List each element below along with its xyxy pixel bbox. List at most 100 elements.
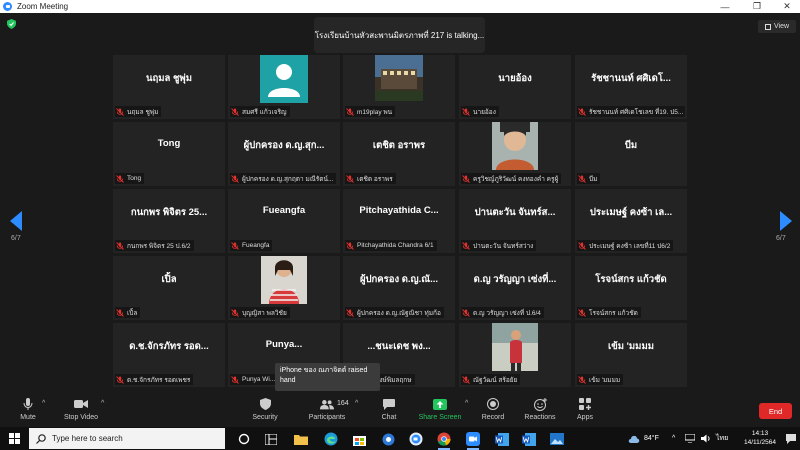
task-view-icon[interactable]: [235, 430, 253, 448]
participants-options-caret-icon[interactable]: ^: [355, 400, 358, 407]
participant-tile[interactable]: ด.ช.จักรภัทร รอด... ด.ช.จักรภัทร รอดเพชร: [113, 323, 225, 387]
participant-tile[interactable]: นฤมล ชูพุ่ม นฤมล ชูพุ่ม: [113, 55, 225, 119]
chat-button[interactable]: Chat: [378, 397, 400, 427]
participant-tile[interactable]: ครูวิชญ์ภูริวัฒน์ คงทองคำ ครูผู้: [459, 122, 571, 186]
participant-label-text: Fueangfa: [242, 242, 270, 249]
participant-label-text: นฤมล ชูพุ่ม: [127, 108, 159, 116]
participant-tile[interactable]: ผู้ปกครอง ด.ญ.สุก... ผู้ปกครอง ด.ญ.สุกฤตา…: [228, 122, 340, 186]
window-titlebar: Zoom Meeting — ❐ ✕: [0, 0, 800, 13]
apps-button[interactable]: Apps: [574, 397, 596, 427]
participant-tile[interactable]: ด.ญ วรัญญา เซ่งที่... ด.ญ วรัญญา เซ่งที่ …: [459, 256, 571, 320]
cloud-weather-icon: [628, 435, 640, 443]
participant-display-name: ด.ช.จักรภัทร รอด...: [129, 341, 209, 352]
participant-tile[interactable]: ปานตะวัน จันทร์ส... ปานตะวัน จันทร์สว่าง: [459, 189, 571, 253]
participant-tile[interactable]: Fueangfa Fueangfa: [228, 189, 340, 253]
mute-options-caret-icon[interactable]: ^: [42, 400, 45, 407]
participant-tile[interactable]: เปิ้ล เปิ้ล: [113, 256, 225, 320]
participant-tile[interactable]: กนกพร พิจิตร 25... กนกพร พิจิตร 25 ป.6/2: [113, 189, 225, 253]
participant-tile[interactable]: Tong Tong: [113, 122, 225, 186]
security-shield-icon: [258, 397, 272, 411]
participant-tile[interactable]: ผู้ปกครอง ด.ญ.ณั... ผู้ปกครอง ด.ญ.ณัฐณิชา…: [343, 256, 455, 320]
widgets-icon[interactable]: [262, 430, 280, 448]
participant-display-name: ประเมษฐ์ คงซ้า เล...: [589, 207, 673, 218]
network-icon[interactable]: [685, 427, 695, 450]
participant-name-label: บุญญิสา พลวิชัย: [230, 307, 290, 318]
share-screen-button[interactable]: Share Screen: [418, 397, 462, 427]
participant-tile[interactable]: เข้ม 'มมมม เข้ม 'มมมม: [575, 323, 687, 387]
participant-tile[interactable]: ณัฐวัฒน์ สร้อยัย: [459, 323, 571, 387]
muted-microphone-icon: [462, 174, 470, 183]
edge-browser-icon[interactable]: [322, 430, 340, 448]
participant-label-text: ด.ช.จักรภัทร รอดเพชร: [127, 376, 191, 384]
zoom-meeting-taskbar-icon[interactable]: [464, 430, 482, 450]
close-window-button[interactable]: ✕: [772, 0, 800, 13]
participant-tile[interactable]: โรจน์สกร แก้วชัด โรจน์สกร แก้วชัด: [575, 256, 687, 320]
view-button[interactable]: View: [758, 20, 796, 33]
participant-name-label: ด.ช.จักรภัทร รอดเพชร: [115, 374, 194, 385]
participant-tile[interactable]: m19play พน: [343, 55, 455, 119]
word-app-icon[interactable]: [493, 430, 511, 448]
encryption-shield-icon[interactable]: [7, 19, 16, 29]
chat-bubble-icon: [382, 397, 396, 411]
participant-name-label: m19play พน: [345, 106, 396, 117]
participant-label-text: สมศรี แก้วเจริญ: [242, 108, 287, 116]
word-window-icon[interactable]: [520, 430, 538, 448]
windows-taskbar: Type here to search 84°F ^ ไทย 14:13 14/…: [0, 427, 800, 450]
volume-speaker-icon[interactable]: [701, 427, 711, 450]
muted-microphone-icon: [462, 308, 470, 317]
next-page-arrow-icon[interactable]: [778, 211, 792, 231]
chrome-browser-icon[interactable]: [435, 430, 453, 450]
participant-name-label: Tong: [115, 173, 145, 184]
zoom-app-icon[interactable]: [407, 430, 425, 448]
show-hidden-icons-caret-icon[interactable]: ^: [672, 427, 675, 450]
video-options-caret-icon[interactable]: ^: [101, 400, 104, 407]
weather-widget[interactable]: 84°F: [628, 427, 659, 450]
previous-page-arrow-icon[interactable]: [10, 211, 24, 231]
mute-button[interactable]: Mute: [17, 397, 39, 427]
stop-video-button[interactable]: Stop Video: [62, 397, 100, 427]
reactions-button[interactable]: Reactions: [523, 397, 557, 427]
muted-microphone-icon: [116, 174, 124, 183]
muted-microphone-icon: [578, 375, 586, 384]
muted-microphone-icon: [231, 375, 239, 384]
participant-label-text: ณัฐวัฒน์ สร้อยัย: [473, 376, 518, 384]
input-language-indicator[interactable]: ไทย: [716, 427, 728, 450]
security-button[interactable]: Security: [250, 397, 280, 427]
file-explorer-icon[interactable]: [292, 430, 310, 448]
participant-label-text: บีม: [589, 175, 598, 183]
minimize-button[interactable]: —: [710, 0, 740, 13]
reactions-label: Reactions: [524, 414, 556, 421]
microsoft-store-icon[interactable]: [350, 430, 368, 448]
participant-tile[interactable]: นายอ้อง นายอ้อง: [459, 55, 571, 119]
system-clock[interactable]: 14:13 14/11/2564: [736, 429, 784, 447]
stop-video-label: Stop Video: [63, 414, 99, 421]
page-indicator-right: 6/7: [776, 235, 786, 242]
maximize-button[interactable]: ❐: [742, 0, 772, 13]
windows-start-icon[interactable]: [9, 433, 20, 444]
participant-tile[interactable]: บีม บีม: [575, 122, 687, 186]
muted-microphone-icon: [231, 241, 239, 250]
participant-tile[interactable]: Pitchayathida C... Pitchayathida Chandra …: [343, 189, 455, 253]
participant-display-name: Pitchayathida C...: [359, 205, 439, 216]
photos-app-icon[interactable]: [548, 430, 566, 448]
participant-display-name: ด.ญ วรัญญา เซ่งที่...: [473, 274, 557, 285]
participant-tile[interactable]: สมศรี แก้วเจริญ: [228, 55, 340, 119]
participant-display-name: ผู้ปกครอง ด.ญ.ณั...: [359, 274, 439, 285]
participant-name-label: ผู้ปกครอง ด.ญ.สุกฤตา มณีรัตน์...: [230, 173, 337, 184]
notifications-icon[interactable]: [786, 427, 796, 450]
muted-microphone-icon: [346, 107, 354, 116]
participant-photo: [492, 122, 538, 170]
taskbar-search-box[interactable]: Type here to search: [29, 428, 225, 449]
end-meeting-button[interactable]: End: [759, 403, 792, 419]
participant-name-label: นฤมล ชูพุ่ม: [115, 106, 162, 117]
record-button[interactable]: Record: [480, 397, 506, 427]
share-options-caret-icon[interactable]: ^: [465, 400, 468, 407]
participant-tile[interactable]: เตชิต อราพร เตชิต อราพร: [343, 122, 455, 186]
webcam-app-icon[interactable]: [379, 430, 397, 448]
muted-microphone-icon: [578, 107, 586, 116]
participant-label-text: Punya Wi...: [242, 376, 276, 383]
muted-microphone-icon: [116, 375, 124, 384]
participant-tile[interactable]: รัชชานนท์ ศศิเดโ... รัชชานนท์ ศศิเดโชเลข …: [575, 55, 687, 119]
participant-tile[interactable]: บุญญิสา พลวิชัย: [228, 256, 340, 320]
participant-tile[interactable]: ประเมษฐ์ คงซ้า เล... ประเมษฐ์ คงซ้า เลขที…: [575, 189, 687, 253]
